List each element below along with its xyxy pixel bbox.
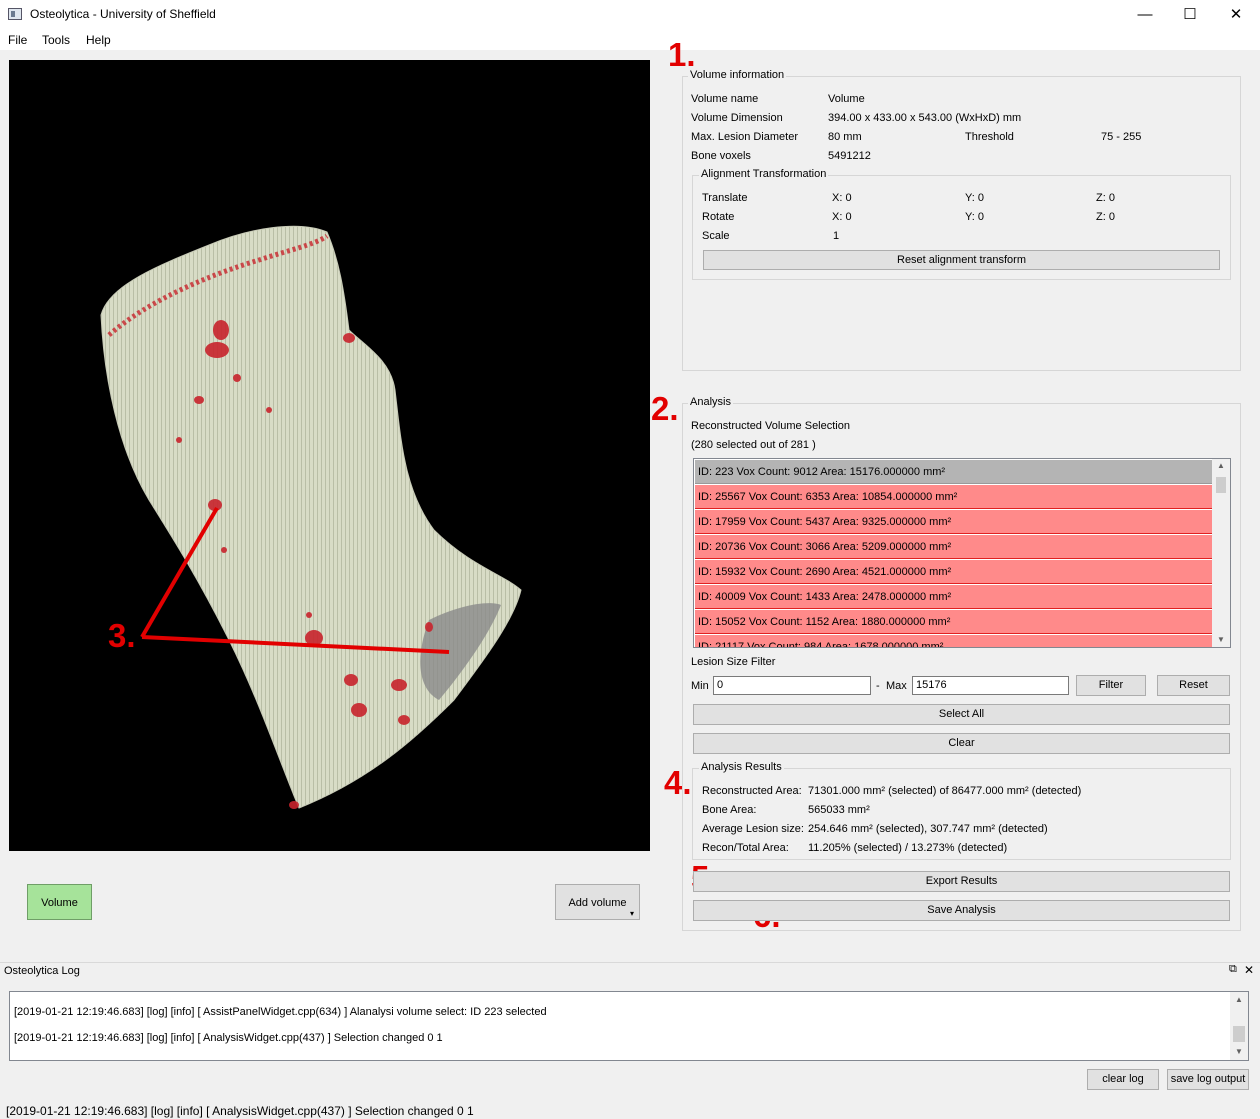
scroll-up-icon[interactable]: ▲ [1212,461,1230,470]
log-line: [2019-01-21 12:19:46.683] [log] [info] [… [14,1032,443,1044]
threshold-value: 75 - 255 [1101,131,1142,143]
translate-label: Translate [702,192,748,204]
average-lesion-label: Average Lesion size: [702,823,804,835]
status-text: [2019-01-21 12:19:46.683] [log] [info] [… [6,1104,474,1118]
callout-3: 3. [108,617,136,654]
analysis-title: Analysis [688,396,733,408]
max-lesion-label: Max. Lesion Diameter [691,131,798,143]
log-panel-title: Osteolytica Log [4,965,80,977]
select-all-button[interactable]: Select All [693,704,1230,725]
max-input[interactable]: 15176 [912,676,1069,695]
scroll-thumb[interactable] [1216,477,1226,493]
average-lesion-value: 254.646 mm² (selected), 307.747 mm² (det… [808,823,1048,835]
volume-name-label: Volume name [691,93,759,105]
analysis-results-title: Analysis Results [699,761,784,773]
volume-dimension-label: Volume Dimension [691,112,783,124]
rotate-y: Y: 0 [965,211,984,223]
close-panel-icon[interactable]: ✕ [1244,963,1254,977]
callout-2: 2. [651,390,679,427]
list-item[interactable]: ID: 15932 Vox Count: 2690 Area: 4521.000… [695,560,1212,584]
threshold-label: Threshold [965,131,1014,143]
max-label: Max [886,680,907,692]
log-line: [2019-01-21 12:19:46.683] [log] [info] [… [14,1006,547,1018]
reset-filter-button[interactable]: Reset [1157,675,1230,696]
selection-count: (280 selected out of 281 ) [691,439,816,451]
volume-name-value: Volume [828,93,865,105]
lesion-list-scrollbar[interactable]: ▲ ▼ [1212,459,1230,647]
translate-z: Z: 0 [1096,192,1115,204]
volume-dimension-value: 394.00 x 433.00 x 543.00 (WxHxD) mm [828,112,1022,124]
translate-y: Y: 0 [965,192,984,204]
recon-total-area-value: 11.205% (selected) / 13.273% (detected) [808,842,1008,854]
float-panel-icon[interactable]: ⧉ [1229,963,1237,976]
minimize-button[interactable]: — [1122,0,1168,30]
bone-area-value: 565033 mm² [808,804,870,816]
rotate-z: Z: 0 [1096,211,1115,223]
recon-total-area-label: Recon/Total Area: [702,842,789,854]
list-item[interactable]: ID: 15052 Vox Count: 1152 Area: 1880.000… [695,610,1212,634]
log-output[interactable]: [2019-01-21 12:19:46.683] [log] [info] [… [9,991,1249,1061]
scale-value: 1 [833,230,840,242]
list-item[interactable]: ID: 17959 Vox Count: 5437 Area: 9325.000… [695,510,1212,534]
close-button[interactable]: ✕ [1213,0,1259,30]
max-lesion-value: 80 mm [828,131,862,143]
log-scroll-up-icon[interactable]: ▲ [1230,995,1248,1004]
add-volume-button[interactable]: Add volume [555,884,640,920]
clear-log-button[interactable]: clear log [1087,1069,1159,1090]
save-analysis-button[interactable]: Save Analysis [693,900,1230,921]
rotate-label: Rotate [702,211,735,223]
log-scrollbar[interactable]: ▲ ▼ [1230,992,1248,1060]
alignment-transformation-title: Alignment Transformation [699,168,829,180]
menu-help[interactable]: Help [86,33,111,47]
bone-render [100,225,522,809]
reconstructed-area-value: 71301.000 mm² (selected) of 86477.000 mm… [808,785,1082,797]
export-results-button[interactable]: Export Results [693,871,1230,892]
menu-tools[interactable]: Tools [42,33,70,47]
list-item[interactable]: ID: 21117 Vox Count: 984 Area: 1678.0000… [695,635,1212,647]
min-label: Min [691,680,709,692]
translate-x: X: 0 [832,192,852,204]
filter-button[interactable]: Filter [1076,675,1146,696]
volume-viewport[interactable] [9,60,650,851]
volume-toggle-button[interactable]: Volume [27,884,92,920]
reset-alignment-button[interactable]: Reset alignment transform [703,250,1220,270]
log-scroll-thumb[interactable] [1233,1026,1245,1042]
volume-information-title: Volume information [688,69,787,81]
list-item[interactable]: ID: 223 Vox Count: 9012 Area: 15176.0000… [695,460,1212,484]
reconstructed-area-label: Reconstructed Area: [702,785,802,797]
min-input[interactable]: 0 [713,676,871,695]
bone-voxels-value: 5491212 [828,150,871,162]
scroll-down-icon[interactable]: ▼ [1212,635,1230,644]
lesion-list[interactable]: ID: 223 Vox Count: 9012 Area: 15176.0000… [693,458,1231,648]
range-dash: - [876,680,880,692]
save-log-button[interactable]: save log output [1167,1069,1249,1090]
clear-selection-button[interactable]: Clear [693,733,1230,754]
scale-label: Scale [702,230,730,242]
list-item[interactable]: ID: 40009 Vox Count: 1433 Area: 2478.000… [695,585,1212,609]
log-panel-header [0,962,1260,982]
maximize-button[interactable]: ☐ [1167,0,1213,30]
menu-file[interactable]: File [8,33,27,47]
list-item[interactable]: ID: 20736 Vox Count: 3066 Area: 5209.000… [695,535,1212,559]
app-icon [8,8,22,20]
window-title: Osteolytica - University of Sheffield [30,7,216,21]
list-item[interactable]: ID: 25567 Vox Count: 6353 Area: 10854.00… [695,485,1212,509]
lesion-size-filter-label: Lesion Size Filter [691,656,776,668]
bone-voxels-label: Bone voxels [691,150,751,162]
rotate-x: X: 0 [832,211,852,223]
bone-area-label: Bone Area: [702,804,757,816]
dropdown-arrow-icon: ▾ [630,909,635,918]
log-scroll-down-icon[interactable]: ▼ [1230,1047,1248,1056]
menu-bar [0,30,1260,50]
reconstructed-volume-selection-label: Reconstructed Volume Selection [691,420,850,432]
